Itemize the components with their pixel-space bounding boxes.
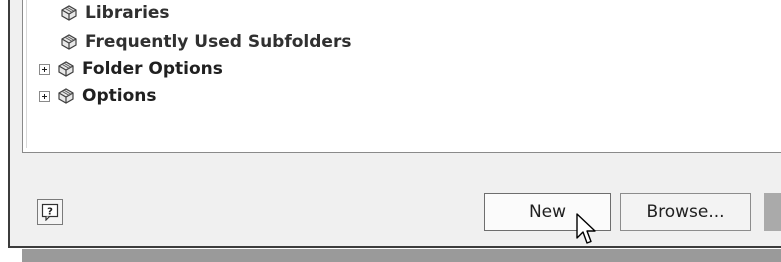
tree-panel[interactable]: Libraries Frequently Used Subfolders Fol… xyxy=(22,0,781,153)
help-button[interactable]: ? xyxy=(37,199,63,225)
screenshot-stage: Libraries Frequently Used Subfolders Fol… xyxy=(0,0,781,262)
tree-item-label: Options xyxy=(82,86,157,106)
svg-text:?: ? xyxy=(47,207,53,218)
expand-plus-icon[interactable] xyxy=(39,63,50,75)
dialog-drop-shadow xyxy=(22,249,781,262)
tree-item-options[interactable]: Options xyxy=(39,85,156,107)
browse-button[interactable]: Browse... xyxy=(620,193,751,231)
folder-stack-icon xyxy=(58,88,74,104)
tree-item-label: Folder Options xyxy=(82,59,223,79)
new-button-label: New xyxy=(528,202,567,222)
browse-button-label: Browse... xyxy=(646,202,725,222)
partial-button[interactable] xyxy=(764,193,781,231)
expand-plus-icon[interactable] xyxy=(39,90,50,102)
folder-stack-icon xyxy=(58,61,74,77)
tree-item-label: Libraries xyxy=(85,3,170,23)
folder-stack-icon xyxy=(61,34,77,50)
tree-item-libraries[interactable]: Libraries xyxy=(59,2,170,24)
question-mark-icon: ? xyxy=(41,203,59,221)
tree-guide-line xyxy=(26,0,27,148)
tree-item-label: Frequently Used Subfolders xyxy=(85,32,352,52)
folder-stack-icon xyxy=(61,5,77,21)
tree-item-frequently-used-subfolders[interactable]: Frequently Used Subfolders xyxy=(59,31,351,53)
tree-item-folder-options[interactable]: Folder Options xyxy=(39,58,223,80)
arrow-pointer-icon xyxy=(576,213,596,244)
